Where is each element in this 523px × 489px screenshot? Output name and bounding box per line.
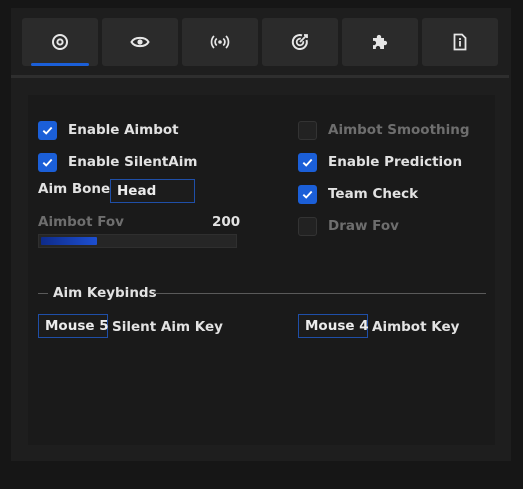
aimbot-smoothing-checkbox[interactable] [298, 120, 317, 140]
enable-silentaim-toggle[interactable]: Enable SilentAim [38, 152, 197, 172]
crosshair-icon [52, 34, 68, 50]
aimbot-fov-value: 200 [212, 214, 241, 230]
enable-prediction-toggle[interactable]: Enable Prediction [298, 152, 462, 172]
enable-aimbot-label: Enable Aimbot [68, 122, 179, 138]
target-icon [291, 34, 308, 51]
aimbot-smoothing-label: Aimbot Smoothing [328, 122, 470, 138]
tab-info[interactable] [422, 18, 498, 66]
tab-misc[interactable] [342, 18, 418, 66]
section-divider-left [38, 293, 48, 294]
team-check-checkbox[interactable] [298, 184, 317, 204]
aim-panel [28, 95, 495, 445]
team-check-toggle[interactable]: Team Check [298, 184, 418, 204]
check-icon [302, 190, 313, 199]
aim-keybinds-title: Aim Keybinds [53, 285, 157, 301]
silent-aim-keybind-button[interactable]: Mouse 5 [38, 314, 109, 338]
check-icon [42, 126, 53, 135]
aimbot-key-label: Aimbot Key [372, 319, 460, 335]
tab-aim[interactable] [22, 18, 98, 66]
section-divider-right [154, 293, 486, 294]
aimbot-fov-label: Aimbot Fov [38, 214, 124, 230]
team-check-label: Team Check [328, 186, 419, 202]
eye-icon [130, 36, 150, 48]
puzzle-icon [373, 34, 388, 49]
enable-silentaim-label: Enable SilentAim [68, 154, 198, 170]
check-icon [42, 158, 53, 167]
enable-prediction-label: Enable Prediction [328, 154, 463, 170]
draw-fov-label: Draw Fov [328, 218, 399, 234]
silent-aim-key-label: Silent Aim Key [112, 319, 223, 335]
document-info-icon [453, 33, 467, 51]
aimbot-keybind-button[interactable]: Mouse 4 [298, 314, 369, 338]
aim-bone-label: Aim Bone [38, 181, 111, 197]
tab-divider [11, 75, 509, 78]
active-tab-indicator [31, 63, 89, 66]
aimbot-smoothing-toggle[interactable]: Aimbot Smoothing [298, 120, 470, 140]
aim-bone-input[interactable]: Head [110, 179, 195, 203]
broadcast-icon [210, 35, 230, 49]
draw-fov-toggle[interactable]: Draw Fov [298, 216, 399, 236]
check-icon [302, 158, 313, 167]
enable-aimbot-toggle[interactable]: Enable Aimbot [38, 120, 179, 140]
tab-network[interactable] [182, 18, 258, 66]
tab-visuals[interactable] [102, 18, 178, 66]
tab-target[interactable] [262, 18, 338, 66]
enable-prediction-checkbox[interactable] [298, 152, 317, 172]
draw-fov-checkbox[interactable] [298, 216, 317, 236]
aimbot-fov-slider[interactable] [38, 234, 237, 248]
tab-bar [11, 8, 501, 70]
enable-silentaim-checkbox[interactable] [38, 152, 57, 172]
aimbot-fov-slider-fill [41, 237, 97, 245]
enable-aimbot-checkbox[interactable] [38, 120, 57, 140]
